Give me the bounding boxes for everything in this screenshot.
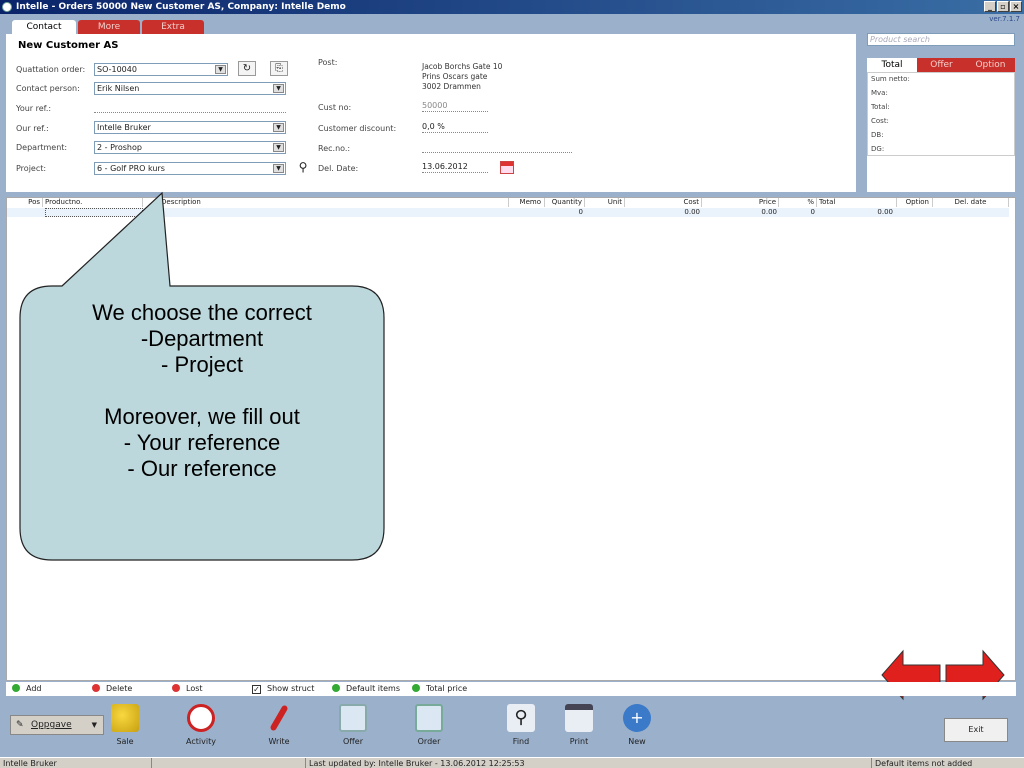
sale-label: Sale	[116, 737, 134, 746]
oppgave-dropdown[interactable]: ✎ Oppgave ▼	[10, 715, 104, 735]
add-button[interactable]: Add	[12, 682, 42, 696]
coins-icon	[111, 704, 139, 732]
status-empty	[152, 758, 306, 768]
offer-label: Offer	[342, 737, 364, 746]
plus-icon	[332, 684, 340, 692]
delete-button[interactable]: Delete	[92, 682, 132, 696]
callout-text: We choose the correct -Department - Proj…	[32, 300, 372, 482]
add-label: Add	[26, 684, 42, 693]
default-items-label: Default items	[346, 684, 401, 693]
callout-line: We choose the correct	[92, 300, 312, 325]
printer-icon	[565, 704, 593, 732]
activity-button[interactable]: Activity	[176, 704, 226, 746]
minus-icon	[172, 684, 180, 692]
oppgave-label: Oppgave	[31, 720, 72, 730]
pen-icon	[269, 704, 289, 732]
order-button[interactable]: Order	[404, 704, 454, 746]
default-items-button[interactable]: Default items	[332, 682, 400, 696]
exit-button[interactable]: Exit	[944, 718, 1008, 742]
callout-line: - Project	[161, 352, 243, 377]
print-button[interactable]: Print	[554, 704, 604, 746]
sale-button[interactable]: Sale	[100, 704, 150, 746]
lost-label: Lost	[186, 684, 203, 693]
line-actions-bar: Add Delete Lost ✓ Show struct Default ite…	[6, 682, 1016, 696]
show-struct-checkbox[interactable]: ✓ Show struct	[252, 682, 314, 696]
total-price-label: Total price	[426, 684, 468, 693]
print-label: Print	[569, 737, 589, 746]
minus-icon	[92, 684, 100, 692]
chevron-down-icon: ▼	[91, 721, 97, 729]
show-struct-label: Show struct	[267, 684, 315, 693]
find-button[interactable]: ⚲ Find	[496, 704, 546, 746]
check-icon: ✓	[252, 685, 261, 694]
plus-icon	[412, 684, 420, 692]
write-label: Write	[268, 737, 290, 746]
clock-icon	[187, 704, 215, 732]
find-label: Find	[512, 737, 530, 746]
order-document-icon	[415, 704, 443, 732]
new-plus-icon: +	[623, 704, 651, 732]
status-message: Default items not added	[875, 759, 973, 768]
order-label: Order	[417, 737, 441, 746]
delete-label: Delete	[106, 684, 133, 693]
status-user: Intelle Bruker	[0, 758, 152, 768]
status-bar: Intelle Bruker Last updated by: Intelle …	[0, 757, 1024, 768]
callout-line: - Your reference	[123, 430, 281, 455]
total-price-button[interactable]: Total price	[412, 682, 467, 696]
magnifier-icon: ⚲	[507, 704, 535, 732]
task-icon: ✎	[16, 720, 24, 730]
callout-line: -Department	[140, 326, 264, 351]
new-button[interactable]: + New	[612, 704, 662, 746]
plus-icon	[12, 684, 20, 692]
activity-label: Activity	[186, 737, 216, 746]
new-label: New	[628, 737, 646, 746]
status-updated: Last updated by: Intelle Bruker - 13.06.…	[306, 758, 872, 768]
offer-button[interactable]: Offer	[328, 704, 378, 746]
callout-line: - Our reference	[127, 456, 277, 481]
lost-button[interactable]: Lost	[172, 682, 203, 696]
offer-document-icon	[339, 704, 367, 732]
write-button[interactable]: Write	[254, 704, 304, 746]
callout-line: Moreover, we fill out	[104, 404, 300, 429]
